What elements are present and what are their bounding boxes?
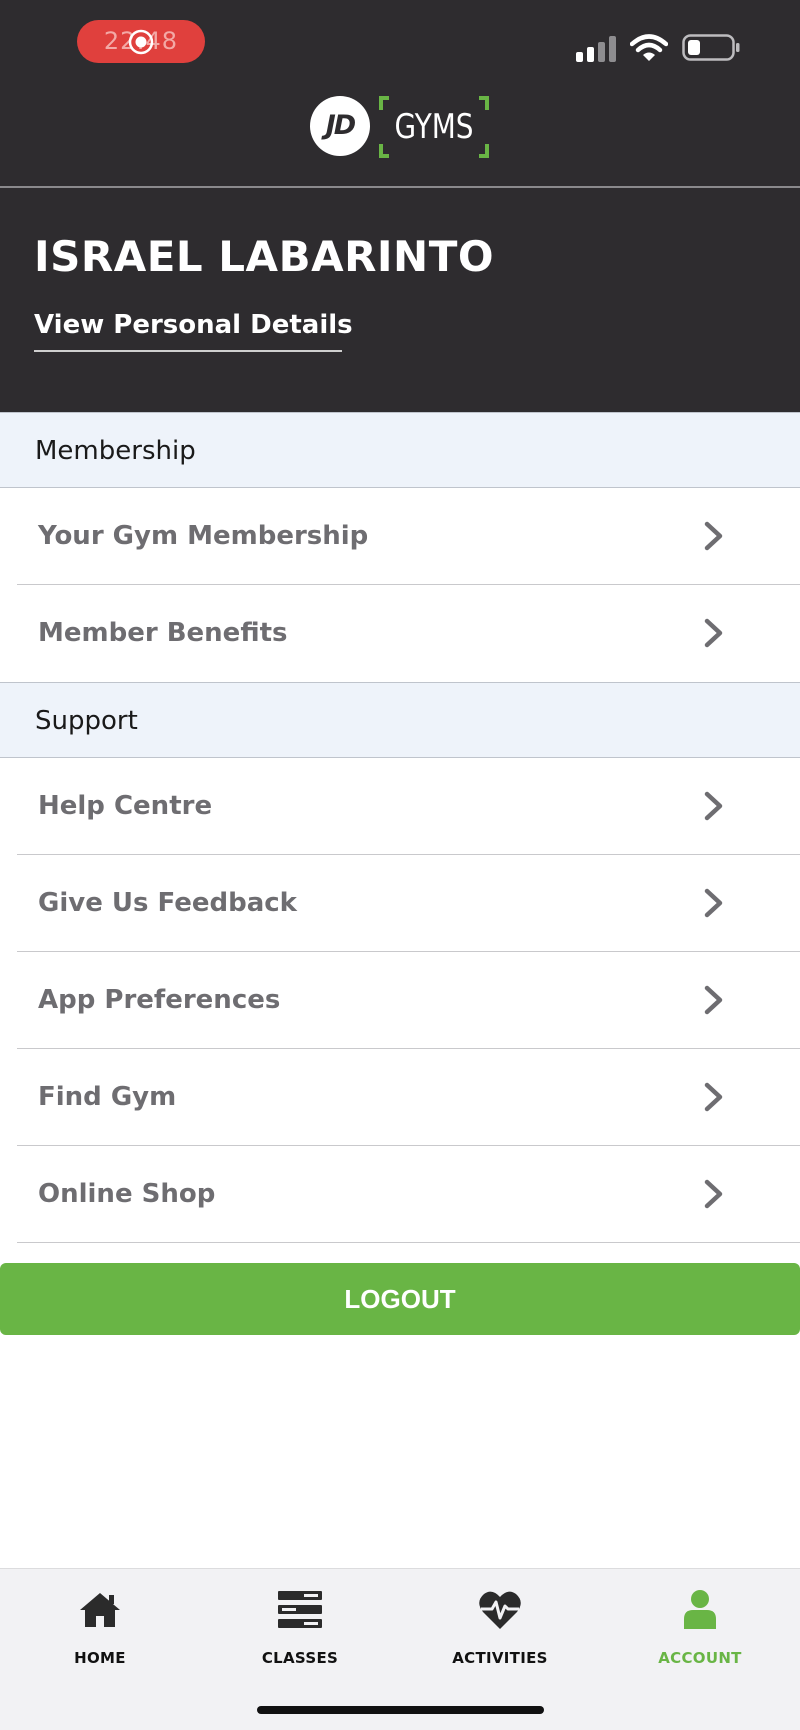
home-icon [80,1593,120,1627]
menu-item-label: Find Gym [38,1082,177,1112]
profile-name: ISRAEL LABARINTO [34,232,495,281]
link-underline [34,350,342,352]
logout-label: LOGOUT [344,1284,456,1314]
logo-wordmark: GYMS [394,107,474,147]
menu-item-app-preferences[interactable]: App Preferences [0,952,800,1049]
section-title: Membership [35,436,196,466]
chevron-right-icon [704,1179,723,1209]
chevron-right-icon [704,888,723,918]
chevron-right-icon [704,1082,723,1112]
tab-label: ACTIVITIES [452,1649,548,1667]
screen-record-icon [128,29,154,55]
jd-gyms-logo: JD GYMS [310,96,492,158]
battery-low-icon [682,34,740,61]
menu-item-label: Give Us Feedback [38,888,297,918]
chevron-right-icon [704,985,723,1015]
menu-item-label: Help Centre [38,791,213,821]
tab-label: ACCOUNT [658,1649,742,1667]
section-header-support: Support [0,682,800,758]
chevron-right-icon [704,521,723,551]
row-divider [17,1242,800,1243]
menu-item-label: Your Gym Membership [38,521,369,551]
menu-item-find-gym[interactable]: Find Gym [0,1049,800,1146]
section-title: Support [35,706,138,736]
menu-item-label: App Preferences [38,985,281,1015]
tab-classes[interactable]: CLASSES [200,1569,400,1689]
cellular-signal-icon [576,36,616,62]
wifi-icon [630,34,668,61]
logo-mark-text: JD [325,110,356,141]
classes-icon [278,1591,322,1628]
chevron-right-icon [704,618,723,648]
menu-item-online-shop[interactable]: Online Shop [0,1146,800,1243]
section-header-membership: Membership [0,412,800,488]
logout-button[interactable]: LOGOUT [0,1263,800,1335]
menu-item-label: Online Shop [38,1179,216,1209]
app-header: 22:48 JD GYMS [0,0,800,186]
tab-account[interactable]: ACCOUNT [600,1569,800,1689]
chevron-right-icon [704,791,723,821]
view-personal-details-link[interactable]: View Personal Details [34,310,353,340]
tab-home[interactable]: HOME [0,1569,200,1689]
menu-item-your-gym-membership[interactable]: Your Gym Membership [0,488,800,585]
tab-activities[interactable]: ACTIVITIES [400,1569,600,1689]
menu-item-member-benefits[interactable]: Member Benefits [0,585,800,682]
profile-panel: ISRAEL LABARINTO View Personal Details [0,188,800,412]
menu-item-give-us-feedback[interactable]: Give Us Feedback [0,855,800,952]
menu-item-label: Member Benefits [38,618,288,648]
menu-item-help-centre[interactable]: Help Centre [0,758,800,855]
tab-label: HOME [74,1649,126,1667]
user-icon [684,1590,716,1629]
tab-label: CLASSES [261,1649,339,1667]
heart-pulse-icon [479,1591,521,1629]
home-indicator[interactable] [257,1706,544,1714]
